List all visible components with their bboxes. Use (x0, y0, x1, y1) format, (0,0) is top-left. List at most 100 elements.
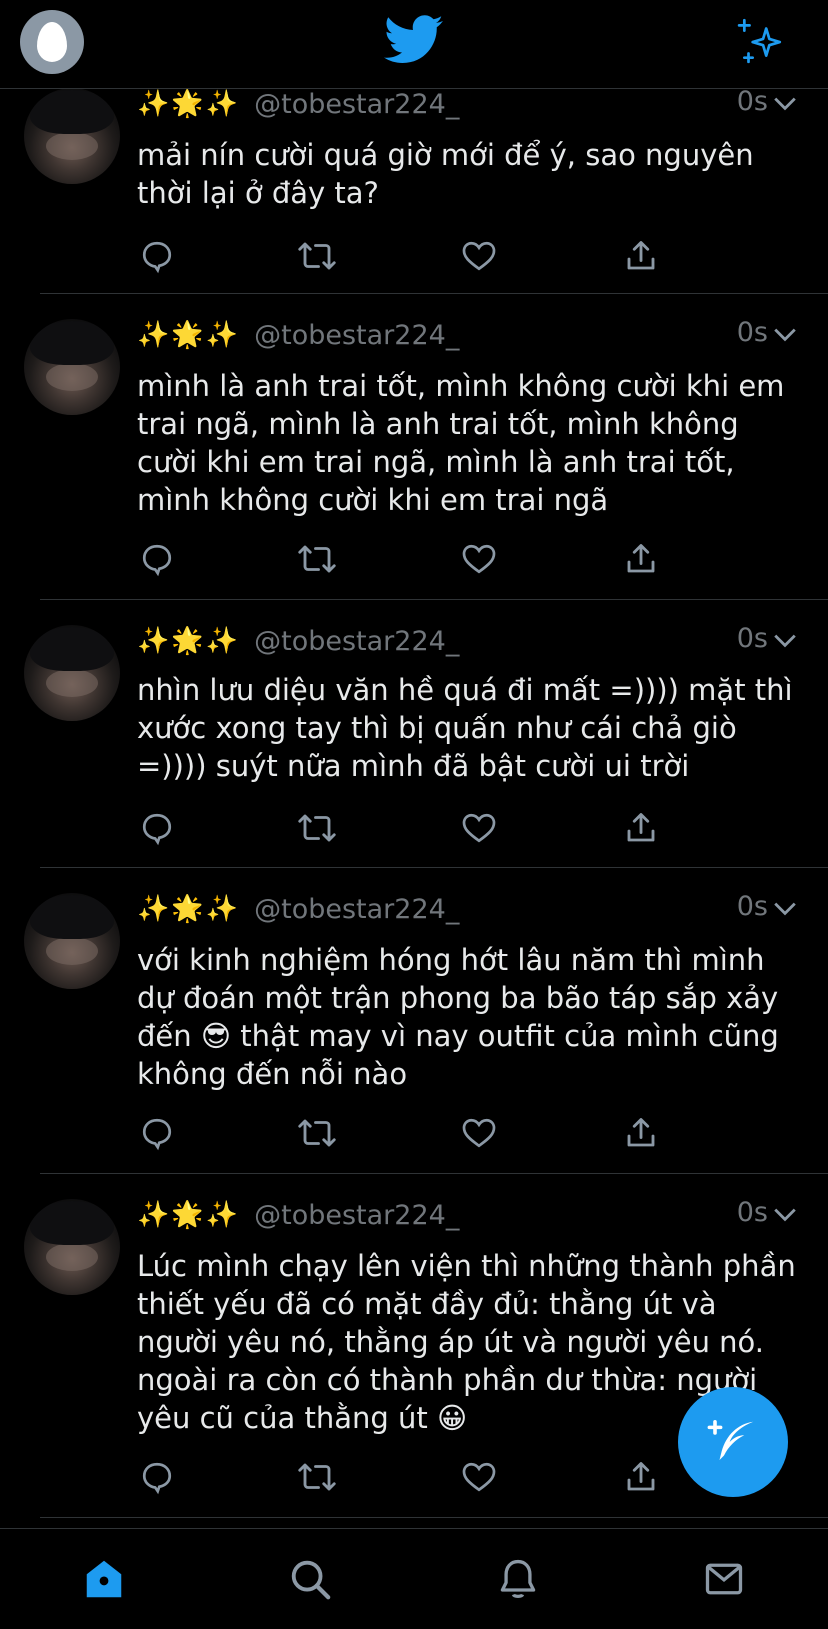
notifications-icon (500, 1559, 536, 1599)
timestamp: 0s (736, 86, 768, 117)
sparkle-icon[interactable] (736, 16, 786, 66)
timestamp: 0s (736, 623, 768, 654)
reply-button[interactable] (137, 1457, 177, 1497)
heart-icon (462, 1118, 496, 1148)
display-name[interactable]: ✨🌟✨ (137, 320, 240, 350)
reply-icon (142, 1462, 172, 1495)
timestamp: 0s (736, 317, 768, 348)
username-handle[interactable]: @tobestar224_ (254, 1200, 459, 1231)
tweet-text: mải nín cười quá giờ mới để ý, sao nguyê… (137, 138, 754, 210)
tweet[interactable]: ✨🌟✨ @tobestar224_ 0s mải nín cười quá gi… (24, 86, 828, 294)
tweet-header: ✨🌟✨ @tobestar224_ (137, 84, 459, 124)
tab-search[interactable] (286, 1555, 334, 1603)
top-navigation-bar (0, 0, 828, 89)
bottom-tab-bar (0, 1528, 828, 1629)
retweet-button[interactable] (297, 539, 337, 579)
chevron-down-icon[interactable] (772, 1201, 798, 1227)
like-button[interactable] (459, 808, 499, 848)
reply-icon (142, 544, 172, 577)
messages-icon (705, 1563, 743, 1595)
tweet[interactable]: ✨🌟✨ @tobestar224_ 0s mình là anh trai tố… (24, 294, 828, 600)
home-icon (86, 1560, 122, 1598)
compose-tweet-button[interactable] (678, 1387, 788, 1497)
timestamp: 0s (736, 1197, 768, 1228)
like-button[interactable] (459, 1113, 499, 1153)
chevron-down-icon[interactable] (772, 627, 798, 653)
share-icon (627, 241, 655, 270)
share-icon (627, 1118, 655, 1147)
username-handle[interactable]: @tobestar224_ (254, 894, 459, 925)
retweet-icon (298, 242, 336, 270)
compose-feather-icon (707, 1419, 754, 1460)
display-name[interactable]: ✨🌟✨ (137, 626, 240, 656)
timeline-feed: ✨🌟✨ @tobestar224_ 0s mải nín cười quá gi… (0, 86, 828, 1518)
username-handle[interactable]: @tobestar224_ (254, 626, 459, 657)
avatar[interactable] (24, 1199, 120, 1295)
tweet-text: mình là anh trai tốt, mình không cười kh… (137, 369, 785, 517)
tweet-header: ✨🌟✨ @tobestar224_ (137, 315, 459, 355)
share-icon (627, 813, 655, 842)
tweet-text: nhìn lưu diệu văn hề quá đi mất =)))) mặ… (137, 673, 793, 783)
reply-icon (142, 1118, 172, 1151)
avatar[interactable] (24, 319, 120, 415)
tweet[interactable]: ✨🌟✨ @tobestar224_ 0s nhìn lưu diệu văn h… (24, 600, 828, 868)
retweet-icon (298, 814, 336, 842)
like-button[interactable] (459, 539, 499, 579)
display-name[interactable]: ✨🌟✨ (137, 89, 240, 119)
reply-button[interactable] (137, 236, 177, 276)
username-handle[interactable]: @tobestar224_ (254, 320, 459, 351)
egg-avatar-icon (37, 22, 67, 62)
tab-home[interactable] (80, 1555, 128, 1603)
display-name[interactable]: ✨🌟✨ (137, 894, 240, 924)
retweet-button[interactable] (297, 1113, 337, 1153)
twitter-bird-icon (384, 15, 443, 63)
chevron-down-icon[interactable] (772, 90, 798, 116)
heart-icon (462, 241, 496, 271)
share-button[interactable] (621, 1113, 661, 1153)
heart-icon (462, 544, 496, 574)
share-icon (627, 544, 655, 573)
tweet-actions (137, 1113, 677, 1153)
reply-button[interactable] (137, 539, 177, 579)
tweet-text: với kinh nghiệm hóng hớt lâu năm thì mìn… (137, 943, 779, 1091)
heart-icon (462, 813, 496, 843)
display-name[interactable]: ✨🌟✨ (137, 1200, 240, 1230)
retweet-icon (298, 1119, 336, 1147)
retweet-button[interactable] (297, 236, 337, 276)
retweet-icon (298, 545, 336, 573)
reply-button[interactable] (137, 808, 177, 848)
timestamp: 0s (736, 891, 768, 922)
share-button[interactable] (621, 808, 661, 848)
like-button[interactable] (459, 236, 499, 276)
chevron-down-icon[interactable] (772, 321, 798, 347)
tweet-actions (137, 539, 677, 579)
tweet[interactable]: ✨🌟✨ @tobestar224_ 0s với kinh nghiệm hón… (24, 868, 828, 1174)
profile-avatar-button[interactable] (20, 10, 84, 74)
tweet-header: ✨🌟✨ @tobestar224_ (137, 621, 459, 661)
search-icon (291, 1560, 331, 1600)
avatar[interactable] (24, 893, 120, 989)
share-icon (627, 1462, 655, 1491)
share-button[interactable] (621, 539, 661, 579)
share-button[interactable] (621, 1457, 661, 1497)
reply-icon (142, 813, 172, 846)
tweet-actions (137, 1457, 677, 1497)
avatar[interactable] (24, 88, 120, 184)
username-handle[interactable]: @tobestar224_ (254, 89, 459, 120)
like-button[interactable] (459, 1457, 499, 1497)
avatar[interactable] (24, 625, 120, 721)
retweet-button[interactable] (297, 808, 337, 848)
tweet-actions (137, 236, 677, 276)
tab-messages[interactable] (700, 1555, 748, 1603)
reply-button[interactable] (137, 1113, 177, 1153)
reply-icon (142, 241, 172, 274)
tweet-header: ✨🌟✨ @tobestar224_ (137, 889, 459, 929)
chevron-down-icon[interactable] (772, 895, 798, 921)
share-button[interactable] (621, 236, 661, 276)
retweet-icon (298, 1463, 336, 1491)
retweet-button[interactable] (297, 1457, 337, 1497)
tweet-header: ✨🌟✨ @tobestar224_ (137, 1195, 459, 1235)
tweet-actions (137, 808, 677, 848)
tab-notifications[interactable] (494, 1555, 542, 1603)
heart-icon (462, 1462, 496, 1492)
